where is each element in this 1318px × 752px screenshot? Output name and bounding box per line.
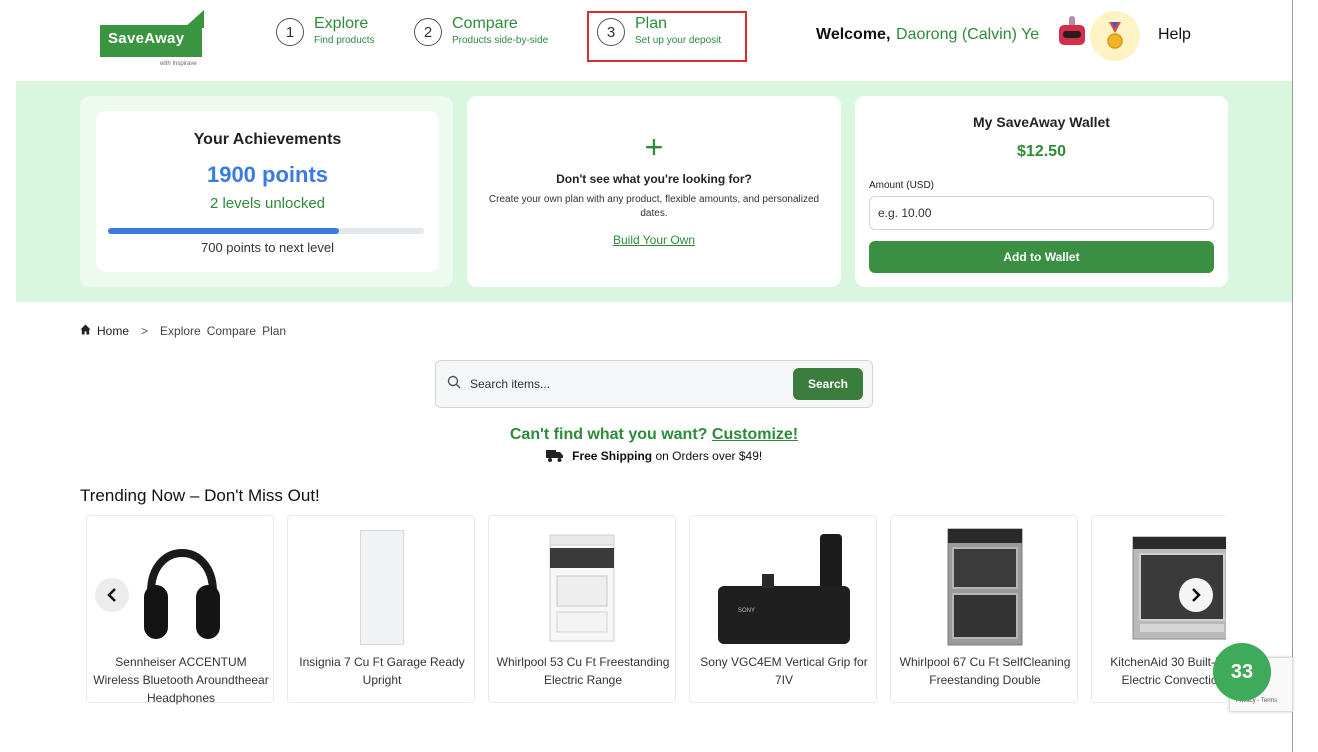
page-edge <box>1292 0 1293 752</box>
build-own-card <box>467 96 841 287</box>
step-plan[interactable]: 3 Plan Set up your deposit <box>597 14 721 46</box>
step-subtitle: Products side-by-side <box>452 35 549 46</box>
search-icon <box>447 375 461 389</box>
level-progress-fill <box>108 228 339 234</box>
free-shipping-condition: on Orders over $49! <box>655 449 763 463</box>
saveaway-logo[interactable]: SaveAway with Inspirave <box>100 10 205 67</box>
product-card[interactable]: Insignia 7 Cu Ft Garage Ready Upright <box>287 515 475 703</box>
breadcrumb-explore[interactable]: Explore <box>160 324 201 338</box>
chat-widget-button[interactable]: 33 <box>1213 643 1271 701</box>
free-shipping-label: Free Shipping <box>572 449 653 463</box>
product-card[interactable]: Whirlpool 53 Cu Ft Freestanding Electric… <box>488 515 676 703</box>
breadcrumb: Home > Explore Compare Plan <box>80 324 292 338</box>
logo-subtitle: with Inspirave <box>160 61 197 67</box>
achievements-levels: 2 levels unlocked <box>209 195 326 212</box>
user-name[interactable]: Daorong (Calvin) Ye <box>896 26 1039 44</box>
help-link[interactable]: Help <box>1158 26 1191 44</box>
welcome-label: Welcome, <box>816 26 891 43</box>
level-progress-bar <box>108 228 424 234</box>
add-to-wallet-button[interactable]: Add to Wallet <box>869 241 1214 273</box>
carousel-prev-button[interactable] <box>95 578 129 612</box>
build-your-own-link[interactable]: Build Your Own <box>467 233 841 247</box>
cant-find-text: Can't find what you want? <box>509 426 708 443</box>
home-icon[interactable] <box>80 324 91 338</box>
breadcrumb-home[interactable]: Home <box>97 324 129 338</box>
breadcrumb-plan[interactable]: Plan <box>262 324 286 338</box>
product-name: KitchenAid 30 Built-In Single Electric C… <box>1110 655 1226 687</box>
chevron-left-icon <box>107 588 116 602</box>
product-name: Whirlpool 67 Cu Ft SelfCleaning Freestan… <box>899 655 1071 687</box>
breadcrumb-separator: > <box>141 324 149 338</box>
amount-label: Amount (USD) <box>869 180 935 191</box>
plus-icon[interactable]: + <box>467 131 841 163</box>
product-name: Whirlpool 53 Cu Ft Freestanding Electric… <box>496 655 670 687</box>
trending-title: Trending Now – Don't Miss Out! <box>80 486 320 505</box>
step-number: 1 <box>276 18 304 46</box>
logo-text: SaveAway <box>108 30 185 47</box>
product-carousel: Sennheiser ACCENTUM Wireless Bluetooth A… <box>86 515 1226 705</box>
chat-icon: 33 <box>1230 660 1254 683</box>
carousel-next-button[interactable] <box>1179 578 1213 612</box>
build-own-description: Create your own plan with any product, f… <box>488 194 820 219</box>
product-card[interactable]: SONY Sony VGC4EM Vertical Grip for 7IV <box>689 515 877 703</box>
step-subtitle: Find products <box>314 35 375 46</box>
step-explore[interactable]: 1 Explore Find products <box>276 14 375 46</box>
upright-freezer-image <box>360 530 404 645</box>
wallet-title: My SaveAway Wallet <box>973 114 1110 130</box>
medal-icon[interactable] <box>1090 11 1140 61</box>
customize-prompt: Can't find what you want? Customize! <box>0 426 1308 444</box>
headphones-image <box>144 549 220 639</box>
amount-input[interactable] <box>869 196 1214 230</box>
product-name: Sony VGC4EM Vertical Grip for 7IV <box>700 655 868 687</box>
product-name: Insignia 7 Cu Ft Garage Ready Upright <box>299 655 465 687</box>
wallet-balance: $12.50 <box>1017 143 1066 160</box>
product-card[interactable]: KitchenAid 30 Built-In Single Electric C… <box>1091 515 1226 703</box>
step-number: 2 <box>414 18 442 46</box>
delivery-truck-icon <box>545 449 572 463</box>
step-number: 3 <box>597 18 625 46</box>
breadcrumb-compare[interactable]: Compare <box>207 324 256 338</box>
achievements-title: Your Achievements <box>193 131 342 148</box>
step-compare[interactable]: 2 Compare Products side-by-side <box>414 14 548 46</box>
build-own-title: Don't see what you're looking for? <box>556 172 752 186</box>
step-title: Compare <box>452 15 518 32</box>
search-button[interactable]: Search <box>793 368 863 400</box>
customize-link[interactable]: Customize! <box>712 426 798 443</box>
svg-text:SONY: SONY <box>738 608 755 614</box>
product-name: Sennheiser ACCENTUM Wireless Bluetooth A… <box>93 655 269 705</box>
robot-avatar-icon[interactable] <box>1057 14 1087 48</box>
product-card[interactable]: Whirlpool 67 Cu Ft SelfCleaning Freestan… <box>890 515 1078 703</box>
search-input[interactable] <box>470 370 780 398</box>
electric-range-image <box>549 534 615 642</box>
chevron-right-icon <box>1192 588 1201 602</box>
double-oven-range-image <box>947 528 1023 646</box>
free-shipping-banner: Free Shipping on Orders over $49! <box>0 448 1308 463</box>
camera-grip-image: SONY <box>718 534 850 644</box>
step-title: Plan <box>635 15 668 32</box>
step-title: Explore <box>314 15 369 32</box>
achievements-points: 1900 points <box>206 162 329 187</box>
step-subtitle: Set up your deposit <box>635 35 722 46</box>
achievements-next-level: 700 points to next level <box>201 240 334 255</box>
